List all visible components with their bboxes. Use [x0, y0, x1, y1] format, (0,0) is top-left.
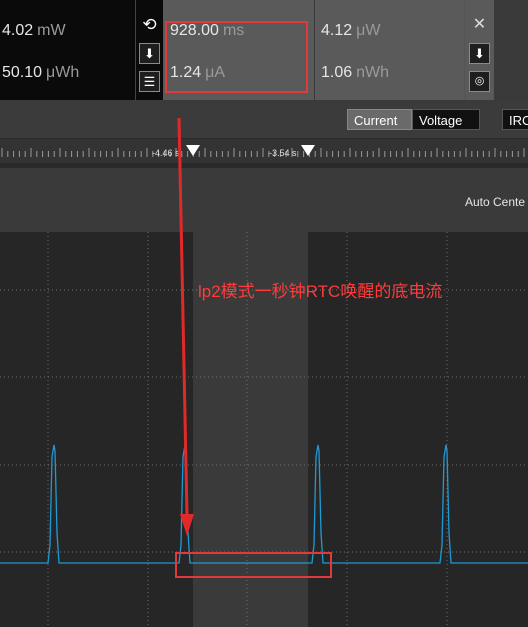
- selection-highlight-box: [165, 21, 308, 93]
- selection-energy-unit: nWh: [356, 64, 390, 81]
- power-stat: 4.02 mW: [2, 22, 66, 40]
- current-plot[interactable]: lp2模式一秒钟RTC唤醒的底电流: [0, 232, 528, 627]
- selection-actions: ✕ ⬇ ◎: [464, 0, 495, 100]
- selection-energy-stat: 1.06 nWh: [321, 64, 389, 82]
- annotation-text: lp2模式一秒钟RTC唤醒的底电流: [198, 282, 443, 301]
- power-unit: mW: [37, 22, 66, 39]
- view-bar: Auto Cente: [0, 168, 528, 232]
- energy-unit: μWh: [46, 64, 80, 81]
- toggle-bar: Current Voltage IRC: [0, 100, 528, 139]
- stats-filler: [494, 0, 528, 100]
- voltage-toggle[interactable]: Voltage: [412, 109, 480, 130]
- download-icon[interactable]: ⬇: [469, 43, 490, 64]
- screenshot-icon[interactable]: ◎: [469, 71, 490, 92]
- selection-power-stat: 4.12 μW: [321, 22, 380, 40]
- selection-power-unit: μW: [356, 22, 381, 39]
- current-toggle[interactable]: Current: [347, 109, 412, 130]
- close-icon[interactable]: ✕: [469, 15, 490, 36]
- marker-left-label: -4.46 s: [152, 148, 180, 158]
- list-icon[interactable]: ☰: [139, 71, 160, 92]
- download-icon[interactable]: ⬇: [139, 43, 160, 64]
- stats-panel: 4.02 mW 50.10 μWh ⟲ ⬇ ☰ 928.00 ms 1.24 μA 4.…: [0, 0, 528, 100]
- selection-power-cell: 4.12 μW 1.06 nWh: [315, 0, 464, 100]
- marker-right-label: -3.54 s: [269, 148, 297, 158]
- auto-center-label[interactable]: Auto Cente: [465, 195, 525, 209]
- power-energy-cell: 4.02 mW 50.10 μWh: [0, 0, 135, 100]
- reset-icon[interactable]: ⟲: [139, 15, 160, 36]
- energy-value: 50.10: [2, 64, 43, 81]
- selection-tools: ⟲ ⬇ ☰: [135, 0, 164, 100]
- time-ruler[interactable]: -4.46 s -3.54 s: [0, 139, 528, 163]
- power-value: 4.02: [2, 22, 34, 39]
- ruler-ticks: [1, 145, 525, 157]
- selection-power-value: 4.12: [321, 22, 353, 39]
- energy-stat: 50.10 μWh: [2, 64, 79, 82]
- range-toggle[interactable]: IRC: [502, 109, 528, 130]
- selection-energy-value: 1.06: [321, 64, 353, 81]
